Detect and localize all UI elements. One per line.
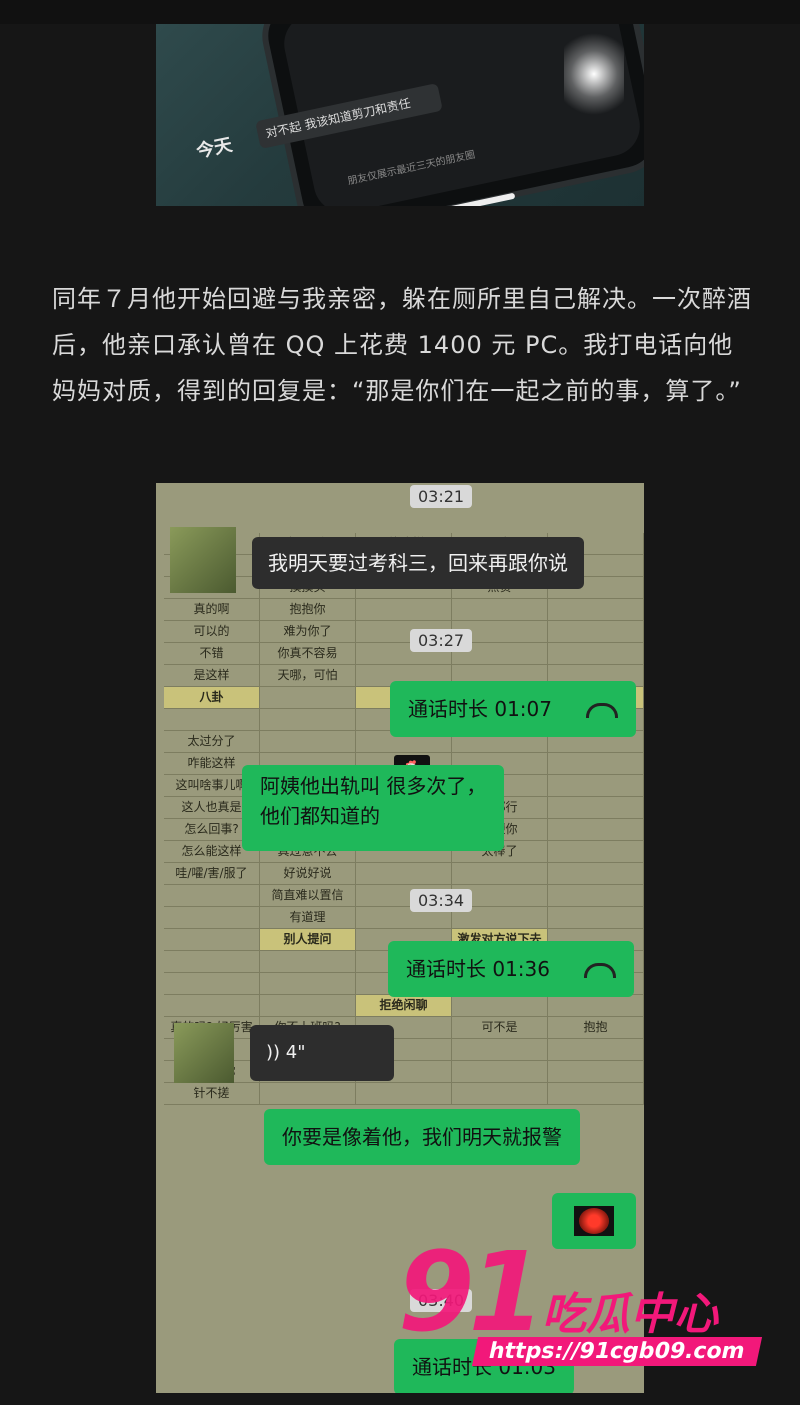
table-cell: 不错	[164, 643, 260, 664]
table-cell: 别人提问	[260, 929, 356, 950]
message-bubble-left: 我明天要过考科三，回来再跟你说	[252, 537, 584, 589]
table-row: 真的啊 抱抱你	[164, 599, 644, 621]
table-cell	[548, 797, 644, 818]
photo-today-label: 今天	[194, 134, 235, 163]
table-cell: 抱抱	[548, 1017, 644, 1038]
table-cell: 好说好说	[260, 863, 356, 884]
table-cell	[452, 1061, 548, 1082]
message-line: 阿姨他出轨叫 很多次了，	[260, 774, 487, 798]
table-cell	[548, 643, 644, 664]
table-cell: 抱抱你	[260, 599, 356, 620]
table-row: 可以的 难为你了	[164, 621, 644, 643]
table-cell	[260, 1083, 356, 1104]
table-cell	[164, 951, 260, 972]
table-cell	[164, 995, 260, 1016]
table-cell: 八卦	[164, 687, 260, 708]
table-cell: 可不是	[452, 1017, 548, 1038]
table-cell	[356, 863, 452, 884]
table-cell: 可以的	[164, 621, 260, 642]
table-cell	[164, 973, 260, 994]
phone-photo: 今天 对不起 我该知道剪刀和责任 朋友仅展示最近三天的朋友圈	[156, 24, 644, 206]
table-cell	[548, 819, 644, 840]
table-cell: 有道理	[260, 907, 356, 928]
table-cell	[452, 863, 548, 884]
table-cell: 你真不容易	[260, 643, 356, 664]
sticker-bubble	[552, 1193, 636, 1249]
table-row: 针不搓	[164, 1083, 644, 1105]
table-cell	[548, 1061, 644, 1082]
table-row: 不错 你真不容易	[164, 643, 644, 665]
table-cell	[548, 1039, 644, 1060]
table-cell: 拒绝闲聊	[356, 995, 452, 1016]
voice-wave-icon: ))	[266, 1042, 281, 1063]
call-duration-bubble: 通话时长 01:07	[390, 681, 636, 737]
table-cell	[260, 731, 356, 752]
call-duration-text: 通话时长 01:07	[408, 697, 552, 721]
table-row: 是吗?	[164, 1039, 644, 1061]
table-cell	[164, 885, 260, 906]
table-cell	[548, 995, 644, 1016]
table-cell	[548, 753, 644, 774]
call-duration-text: 通话时长 01:36	[406, 957, 550, 981]
table-cell: 难为你了	[260, 621, 356, 642]
timestamp: 03:34	[410, 889, 473, 912]
message-line: 他们都知道的	[260, 804, 380, 828]
message-bubble-right: 阿姨他出轨叫 很多次了， 他们都知道的	[242, 765, 505, 851]
table-cell	[548, 885, 644, 906]
phone-hangup-icon	[586, 703, 618, 718]
light-glare	[564, 24, 624, 124]
table-cell	[452, 1039, 548, 1060]
table-cell	[356, 599, 452, 620]
table-cell	[548, 775, 644, 796]
table-row: 拒绝闲聊	[164, 995, 644, 1017]
table-cell: 针不搓	[164, 1083, 260, 1104]
top-strip	[0, 0, 800, 24]
table-cell	[260, 951, 356, 972]
voice-message-bubble[interactable]: )) 4"	[250, 1025, 394, 1081]
table-cell: 简直难以置信	[260, 885, 356, 906]
table-cell	[548, 1083, 644, 1104]
article-paragraph: 同年７月他开始回避与我亲密，躲在厕所里自己解决。一次醉酒后，他亲口承认曾在 QQ…	[52, 285, 752, 405]
table-cell	[260, 973, 356, 994]
table-cell: 太过分了	[164, 731, 260, 752]
phone-hangup-icon	[584, 963, 616, 978]
table-cell	[164, 929, 260, 950]
table-cell	[260, 687, 356, 708]
table-cell	[548, 907, 644, 928]
table-cell: 真的啊	[164, 599, 260, 620]
table-cell	[452, 1083, 548, 1104]
table-cell	[356, 1083, 452, 1104]
timestamp: 03:27	[410, 629, 473, 652]
avatar	[170, 527, 236, 593]
table-row: 不愧是你	[164, 1061, 644, 1083]
table-row: 真的吗? 好厉害你不上班吗?可不是抱抱	[164, 1017, 644, 1039]
table-cell	[260, 995, 356, 1016]
avatar	[174, 1023, 234, 1083]
table-cell	[452, 599, 548, 620]
call-duration-bubble: 通话时长 01:36	[388, 941, 634, 997]
table-cell	[260, 709, 356, 730]
voice-duration: 4"	[285, 1042, 306, 1063]
table-cell	[548, 841, 644, 862]
table-cell	[452, 995, 548, 1016]
table-row: 哇/嚯/害/服了 好说好说	[164, 863, 644, 885]
table-cell	[548, 621, 644, 642]
table-cell: 是这样	[164, 665, 260, 686]
table-cell: 天哪，可怕	[260, 665, 356, 686]
table-cell	[164, 709, 260, 730]
watermark-url: https://91cgb09.com	[471, 1337, 762, 1366]
table-row: 有道理	[164, 907, 644, 929]
ladybug-sticker-icon	[579, 1208, 609, 1234]
message-bubble-right: 你要是像着他，我们明天就报警	[264, 1109, 580, 1165]
table-row: 简直难以置信	[164, 885, 644, 907]
table-cell: 哇/嚯/害/服了	[164, 863, 260, 884]
table-cell	[548, 863, 644, 884]
timestamp: 03:21	[410, 485, 473, 508]
watermark-name: 吃瓜中心	[542, 1289, 718, 1340]
table-cell	[164, 907, 260, 928]
table-cell	[548, 599, 644, 620]
